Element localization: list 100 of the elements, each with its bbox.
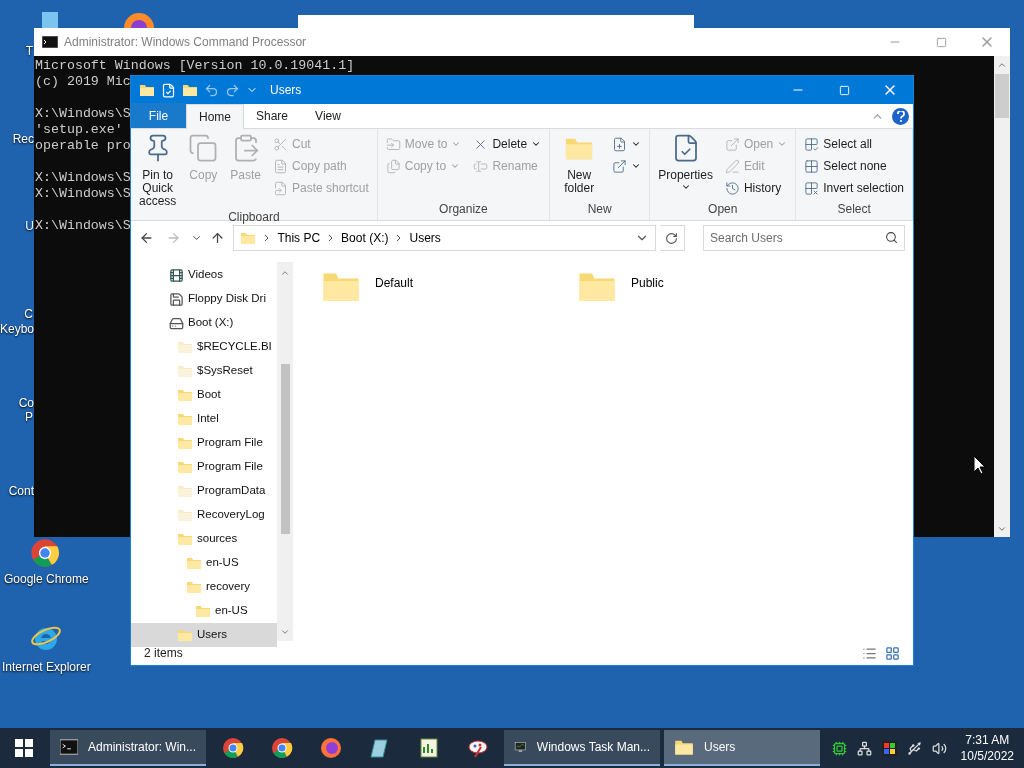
chrome-icon[interactable] — [30, 538, 60, 568]
tree-item[interactable]: Program File — [131, 455, 277, 479]
scrollbar-thumb[interactable] — [995, 74, 1009, 118]
breadcrumb[interactable]: Users — [409, 229, 441, 247]
taskbar-button[interactable]: Windows Task Man... — [504, 730, 660, 766]
caret-icon — [631, 161, 642, 171]
taskbar-button[interactable]: Users — [664, 730, 820, 766]
ribbon-button[interactable]: Properties — [654, 133, 717, 200]
breadcrumb[interactable]: Boot (X:) — [341, 229, 389, 247]
usb-icon[interactable] — [906, 740, 922, 756]
glass-pane-icon[interactable] — [368, 737, 391, 759]
color-squares-icon[interactable] — [881, 740, 897, 756]
ribbon-button[interactable]: Select none — [800, 155, 908, 177]
folder-icon — [177, 627, 193, 643]
group-label: Select — [836, 201, 872, 218]
refresh-button[interactable] — [659, 225, 685, 251]
files-icon — [385, 158, 401, 174]
desktop-icon-label[interactable]: T — [25, 42, 33, 60]
tree-item[interactable]: Videos — [131, 263, 277, 287]
console-icon — [42, 36, 58, 48]
folder-icon — [177, 507, 193, 523]
caret-icon — [451, 139, 462, 149]
ribbon-button[interactable]: Pin to Quick access — [135, 133, 181, 208]
details-view-icon[interactable] — [862, 645, 877, 661]
palette-icon[interactable] — [466, 737, 489, 759]
chart-document-icon[interactable] — [417, 737, 440, 759]
folder-icon — [139, 82, 155, 98]
folder-icon — [177, 387, 193, 403]
window-title: Users — [270, 82, 302, 99]
desktop-icon-label[interactable]: Google Chrome — [4, 570, 89, 588]
ribbon-tab[interactable]: Share — [244, 103, 300, 128]
breadcrumb[interactable]: This PC — [277, 229, 321, 247]
tree-item[interactable]: $SysReset — [131, 359, 277, 383]
console-line: X:\Windows\S — [35, 170, 131, 186]
tree-item[interactable]: Users — [131, 623, 277, 647]
scroll-up-icon[interactable] — [997, 60, 1007, 70]
tree-item[interactable]: Boot (X:) — [131, 311, 277, 335]
desktop-icon-label[interactable]: Cont — [8, 482, 34, 500]
tree-item[interactable]: RecoveryLog — [131, 503, 277, 527]
firefox-icon[interactable] — [319, 737, 342, 759]
console-line: operable pro — [35, 138, 131, 154]
scrollbar-thumb[interactable] — [280, 364, 290, 534]
floppy-icon — [169, 291, 184, 307]
folder-icon — [177, 411, 193, 427]
tree-item[interactable]: Program File — [131, 431, 277, 455]
windows-logo-icon — [15, 739, 33, 757]
pencil-icon — [724, 158, 740, 174]
tree-item[interactable]: ProgramData — [131, 479, 277, 503]
ribbon-button[interactable]: Invert selection — [800, 177, 908, 199]
redo-icon[interactable] — [225, 82, 240, 98]
scrollbar[interactable] — [994, 56, 1010, 537]
tree-item[interactable]: Boot — [131, 383, 277, 407]
ribbon-button[interactable]: New folder — [554, 133, 605, 200]
desktop-icon-label[interactable]: Keybo — [0, 320, 34, 338]
tree-item[interactable]: en-US — [131, 551, 277, 575]
scroll-down-icon[interactable] — [280, 627, 290, 637]
desktop-icon[interactable] — [40, 10, 60, 28]
tree-item[interactable]: recovery — [131, 575, 277, 599]
group-label: Clipboard — [227, 209, 281, 226]
folder-icon — [177, 339, 193, 355]
properties-icon[interactable] — [161, 82, 176, 98]
taskbar-button[interactable]: Administrator: Win... — [50, 730, 206, 766]
chrome-icon[interactable] — [221, 737, 244, 759]
tree-item[interactable]: Intel — [131, 407, 277, 431]
volume-icon[interactable] — [931, 740, 947, 756]
ribbon-button[interactable]: Select all — [800, 133, 908, 155]
folder-icon — [177, 459, 193, 475]
chevron-icon — [396, 234, 402, 242]
search-field[interactable]: Search Users — [703, 225, 905, 251]
large-icons-view-icon[interactable] — [885, 645, 900, 661]
external-link-icon — [724, 136, 740, 152]
desktop-icon-label[interactable]: Internet Explorer — [2, 658, 91, 676]
tree-item[interactable]: Floppy Disk Dri — [131, 287, 277, 311]
copy-icon — [188, 133, 219, 163]
chrome-icon[interactable] — [270, 737, 293, 759]
undo-icon[interactable] — [204, 82, 219, 98]
chip-icon[interactable] — [831, 740, 847, 756]
ribbon-tab[interactable]: Home — [186, 104, 244, 129]
clock[interactable]: 7:31 AM 10/5/2022 — [960, 732, 1014, 764]
console-line: Microsoft Windows [Version 10.0.19041.1] — [35, 58, 355, 74]
desktop-icon-label[interactable]: U — [25, 217, 34, 235]
search-icon[interactable] — [885, 231, 898, 244]
ribbon-button[interactable]: Delete — [469, 133, 546, 155]
scrollbar[interactable] — [277, 262, 293, 641]
file-menu-button[interactable]: File — [131, 103, 186, 128]
ribbon-button[interactable]: History — [720, 177, 792, 199]
tree-item[interactable]: sources — [131, 527, 277, 551]
tree-item[interactable]: en-US — [131, 599, 277, 623]
ribbon-tab[interactable]: View — [300, 103, 356, 128]
scroll-down-icon[interactable] — [997, 524, 1007, 534]
address-bar[interactable]: This PC Boot (X:) Users — [233, 225, 656, 251]
refresh-icon — [665, 231, 679, 245]
network-icon[interactable] — [856, 740, 872, 756]
tree-item[interactable]: $RECYCLE.BI — [131, 335, 277, 359]
folder-item[interactable]: Public — [577, 266, 833, 314]
scroll-up-icon[interactable] — [280, 268, 290, 278]
desktop-icon-label[interactable]: Rec — [12, 130, 34, 148]
help-icon[interactable] — [892, 107, 909, 125]
desktop-icon-label[interactable]: C — [24, 305, 33, 323]
folder-item[interactable]: Default — [321, 266, 577, 314]
